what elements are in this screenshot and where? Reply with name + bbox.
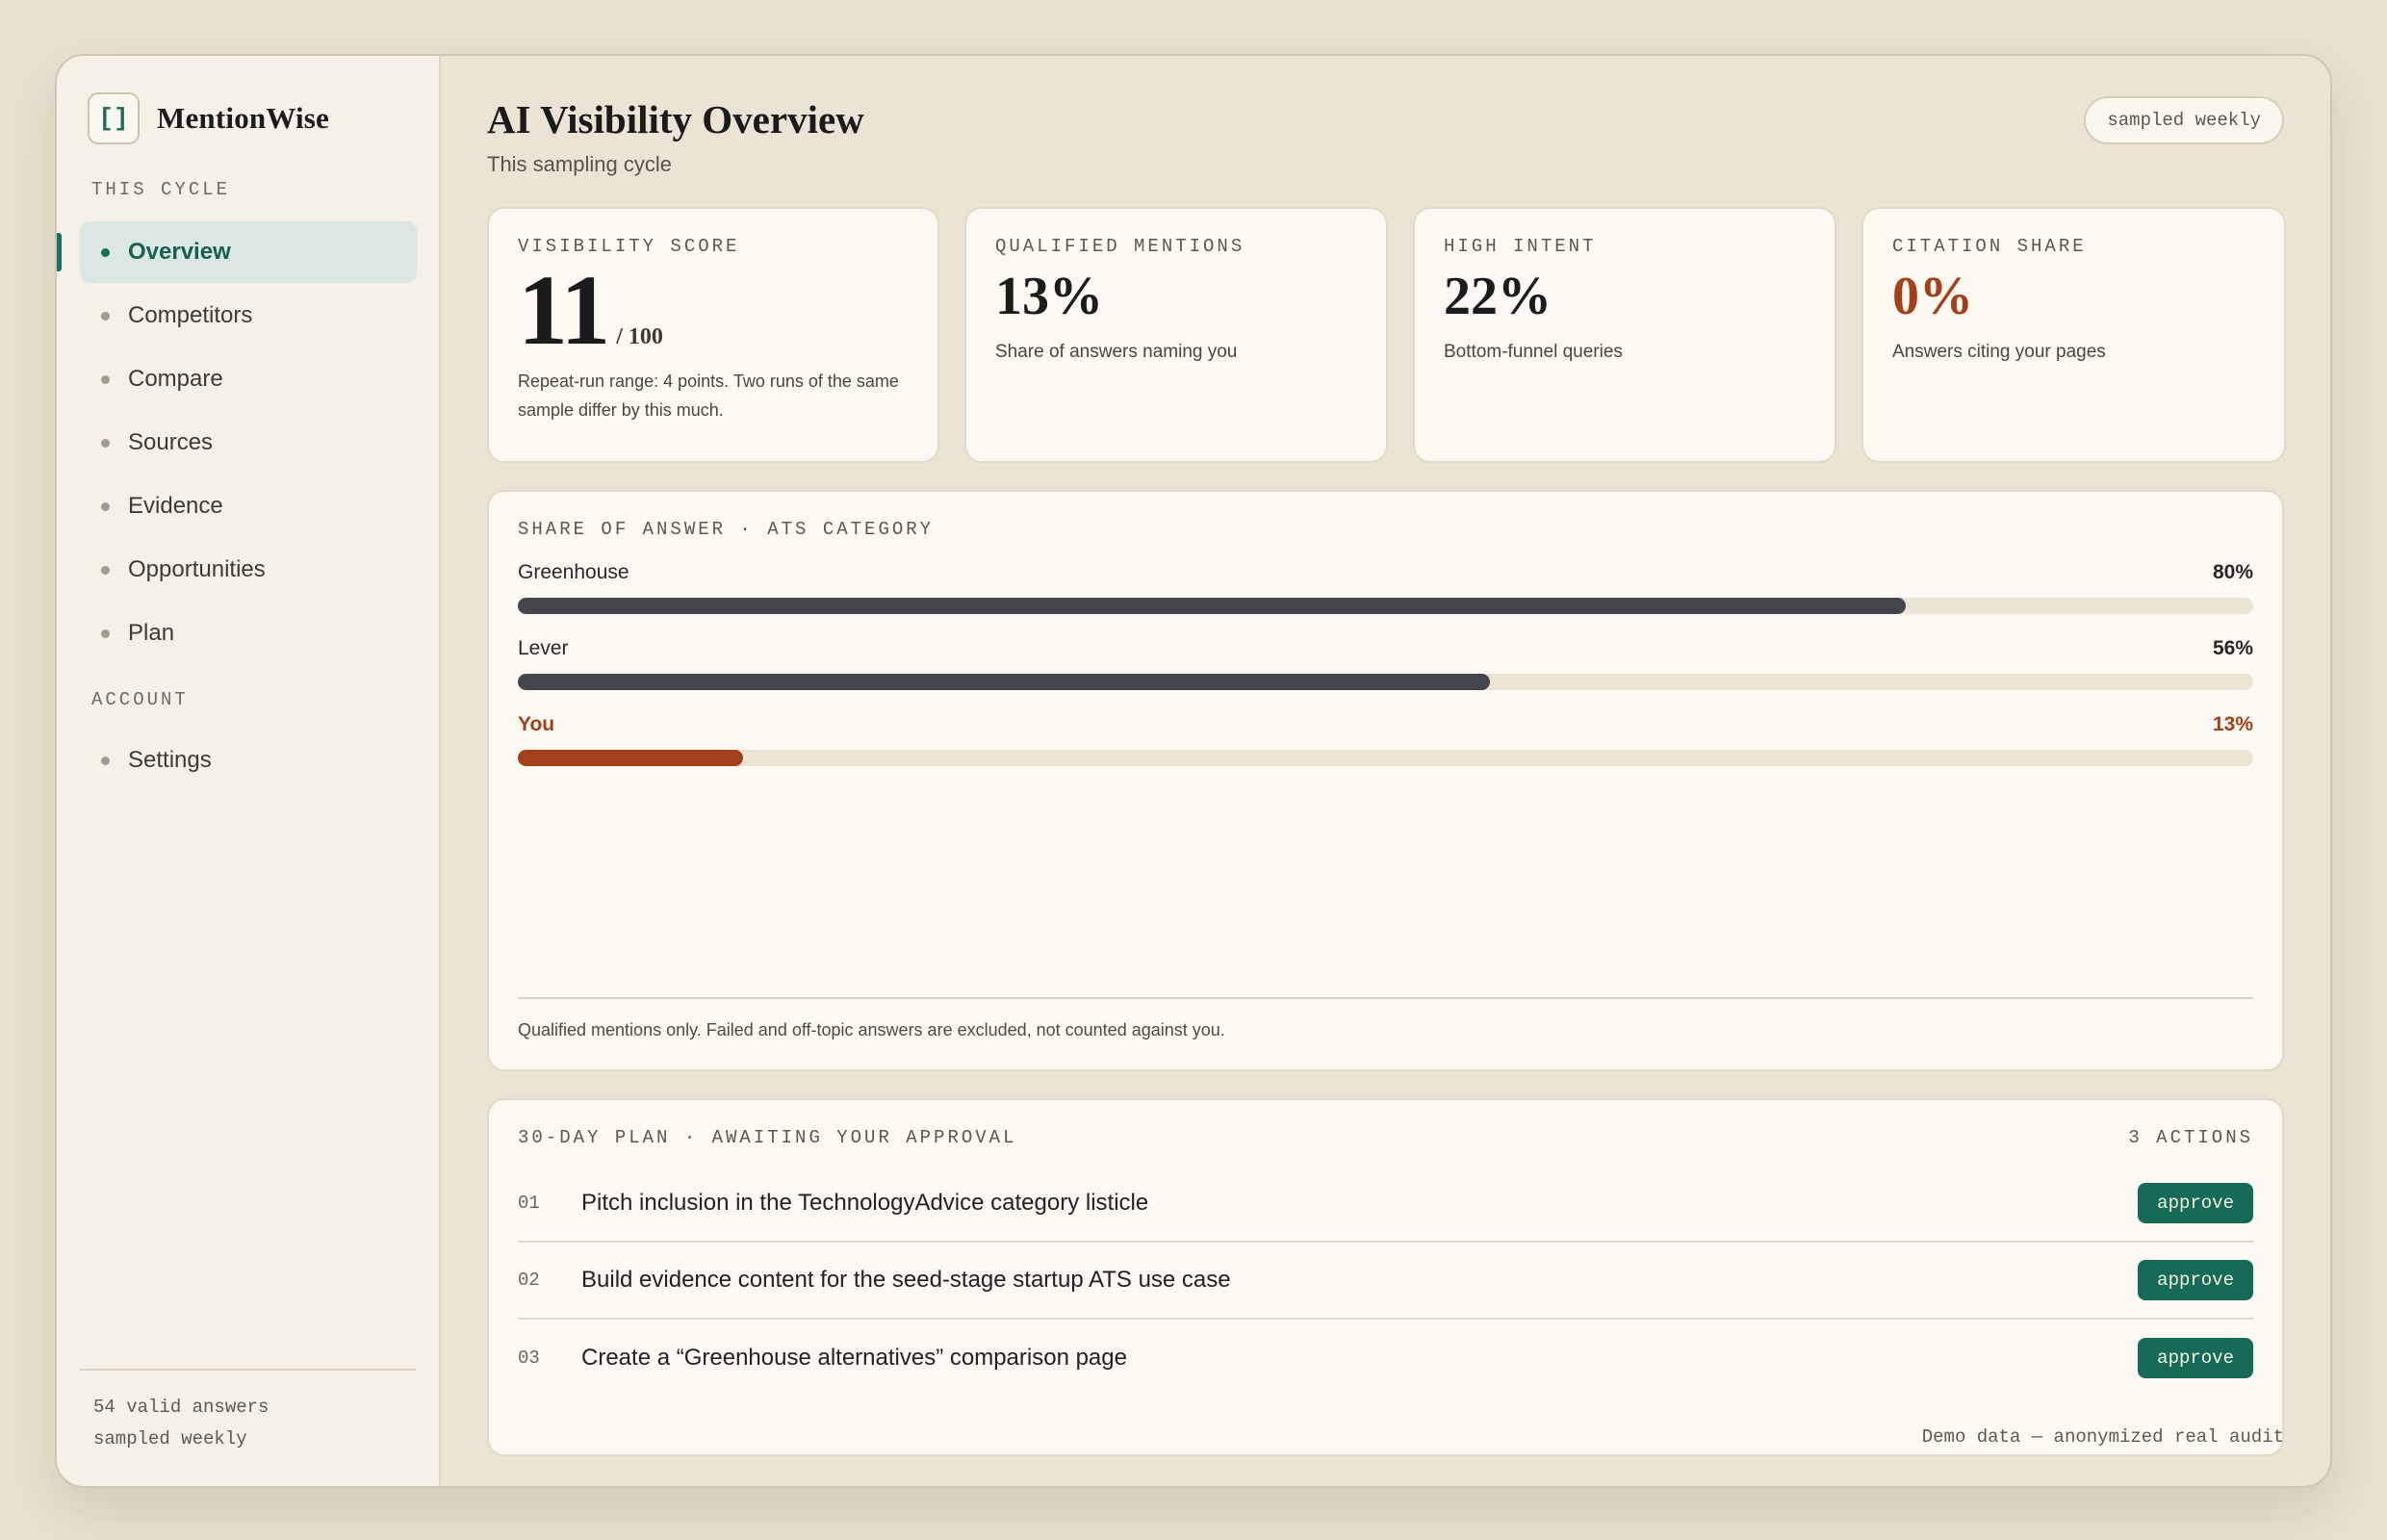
- sampling-frequency: sampled weekly: [93, 1428, 247, 1450]
- sidebar-item-label: Compare: [128, 366, 223, 392]
- plan-item-text: Pitch inclusion in the TechnologyAdvice …: [581, 1190, 1149, 1216]
- sidebar-item-label: Evidence: [128, 493, 223, 519]
- bar-label: Lever: [518, 637, 569, 659]
- sidebar-item-overview[interactable]: Overview: [57, 221, 417, 283]
- brand-name: MentionWise: [157, 101, 330, 135]
- bullet-icon: [101, 438, 110, 448]
- bar-fill: [518, 598, 1907, 614]
- sidebar-item-compare[interactable]: Compare: [80, 348, 417, 410]
- bullet-icon: [101, 629, 110, 638]
- section-label-account: ACCOUNT: [91, 689, 189, 710]
- bullet-icon: [101, 501, 110, 511]
- sidebar-item-label: Settings: [128, 747, 212, 773]
- bullet-icon: [101, 247, 110, 257]
- metric-label: QUALIFIED MENTIONS: [995, 236, 1245, 257]
- page-subtitle: This sampling cycle: [487, 152, 672, 176]
- plan-item-text: Build evidence content for the seed-stag…: [581, 1267, 1231, 1293]
- brand-logo-icon: []: [88, 92, 140, 144]
- demo-data-footnote: Demo data — anonymized real audit: [1921, 1426, 2284, 1448]
- brand[interactable]: [] MentionWise: [88, 92, 329, 144]
- approve-button[interactable]: approve: [2138, 1183, 2253, 1223]
- bar-value-label: 13%: [2212, 713, 2253, 735]
- chart-footnote: Qualified mentions only. Failed and off-…: [518, 997, 2253, 1040]
- metric-description: Share of answers naming you: [995, 342, 1238, 362]
- plan-title: 30-DAY PLAN · AWAITING YOUR APPROVAL: [518, 1127, 1017, 1148]
- sidebar-item-evidence[interactable]: Evidence: [80, 475, 417, 537]
- metric-description: Repeat-run range: 4 points. Two runs of …: [518, 372, 899, 420]
- bar-row-you: You 13%: [518, 713, 2253, 766]
- metric-value: 13%: [995, 267, 1103, 326]
- sidebar-item-label: Opportunities: [128, 556, 266, 582]
- bar-fill: [518, 674, 1490, 690]
- bar-track: [518, 750, 2253, 766]
- valid-answers-count: 54 valid answers: [93, 1397, 270, 1418]
- plan-item-text: Create a “Greenhouse alternatives” compa…: [581, 1345, 1127, 1371]
- metric-value: 22%: [1444, 267, 1552, 326]
- sidebar-item-label: Sources: [128, 429, 214, 455]
- sidebar-item-settings[interactable]: Settings: [80, 730, 417, 791]
- active-indicator: [57, 233, 62, 271]
- metric-description: Answers citing your pages: [1892, 342, 2106, 362]
- bar-row-greenhouse: Greenhouse 80%: [518, 561, 2253, 614]
- sidebar-item-label: Competitors: [128, 302, 253, 328]
- visibility-score-value: 11: [518, 255, 610, 366]
- bullet-icon: [101, 756, 110, 765]
- bar-value-label: 80%: [2212, 561, 2253, 583]
- sidebar-item-label: Plan: [128, 620, 175, 646]
- bar-track: [518, 598, 2253, 614]
- sampling-badge: sampled weekly: [2084, 96, 2284, 144]
- share-of-answer-card: SHARE OF ANSWER · ATS CATEGORY Greenhous…: [487, 490, 2284, 1071]
- bullet-icon: [101, 311, 110, 321]
- plan-list: 01 Pitch inclusion in the TechnologyAdvi…: [518, 1166, 2253, 1397]
- metric-description: Bottom-funnel queries: [1444, 342, 1623, 362]
- bullet-icon: [101, 565, 110, 575]
- list-item: 03 Create a “Greenhouse alternatives” co…: [518, 1320, 2253, 1397]
- sidebar-footer: 54 valid answers sampled weekly: [80, 1369, 416, 1455]
- bar-label: You: [518, 713, 555, 735]
- plan-card: 30-DAY PLAN · AWAITING YOUR APPROVAL 3 A…: [487, 1098, 2284, 1456]
- list-item: 01 Pitch inclusion in the TechnologyAdvi…: [518, 1166, 2253, 1243]
- high-intent-card: HIGH INTENT 22% Bottom-funnel queries: [1413, 207, 1836, 463]
- score-denominator: / 100: [616, 324, 663, 349]
- sidebar-item-sources[interactable]: Sources: [80, 412, 417, 474]
- app-window: [] MentionWise THIS CYCLE Overview Compe…: [55, 54, 2332, 1488]
- bullet-icon: [101, 374, 110, 384]
- chart-title: SHARE OF ANSWER · ATS CATEGORY: [518, 519, 935, 540]
- plan-item-number: 01: [518, 1193, 540, 1214]
- bar-label: Greenhouse: [518, 561, 629, 583]
- account-nav: Settings: [80, 730, 417, 793]
- plan-item-number: 02: [518, 1270, 540, 1291]
- plan-item-number: 03: [518, 1348, 540, 1369]
- citation-share-card: CITATION SHARE 0% Answers citing your pa…: [1861, 207, 2286, 463]
- metric-label: VISIBILITY SCORE: [518, 236, 740, 257]
- qualified-mentions-card: QUALIFIED MENTIONS 13% Share of answers …: [964, 207, 1388, 463]
- sidebar: [] MentionWise THIS CYCLE Overview Compe…: [57, 56, 441, 1486]
- primary-nav: Overview Competitors Compare Sources Evi…: [57, 221, 417, 666]
- metric-label: HIGH INTENT: [1444, 236, 1597, 257]
- sidebar-item-label: Overview: [128, 239, 231, 265]
- approve-button[interactable]: approve: [2138, 1260, 2253, 1300]
- bar-fill: [518, 750, 744, 766]
- score-value-row: 11 / 100: [518, 261, 909, 361]
- list-item: 02 Build evidence content for the seed-s…: [518, 1243, 2253, 1320]
- sidebar-item-plan[interactable]: Plan: [80, 603, 417, 664]
- sidebar-item-competitors[interactable]: Competitors: [80, 285, 417, 346]
- metric-label: CITATION SHARE: [1892, 236, 2087, 257]
- section-label-this-cycle: THIS CYCLE: [91, 179, 231, 200]
- main-content: AI Visibility Overview This sampling cyc…: [441, 56, 2330, 1486]
- bar-track: [518, 674, 2253, 690]
- share-bar-chart: Greenhouse 80% Lever 56% You 13%: [518, 561, 2253, 766]
- approve-button[interactable]: approve: [2138, 1338, 2253, 1378]
- page-title: AI Visibility Overview: [487, 97, 864, 141]
- sidebar-item-opportunities[interactable]: Opportunities: [80, 539, 417, 601]
- plan-action-count: 3 ACTIONS: [2128, 1127, 2253, 1148]
- metric-value: 0%: [1892, 267, 1973, 326]
- visibility-score-card: VISIBILITY SCORE 11 / 100 Repeat-run ran…: [487, 207, 939, 463]
- bar-value-label: 56%: [2212, 637, 2253, 659]
- bar-row-lever: Lever 56%: [518, 637, 2253, 690]
